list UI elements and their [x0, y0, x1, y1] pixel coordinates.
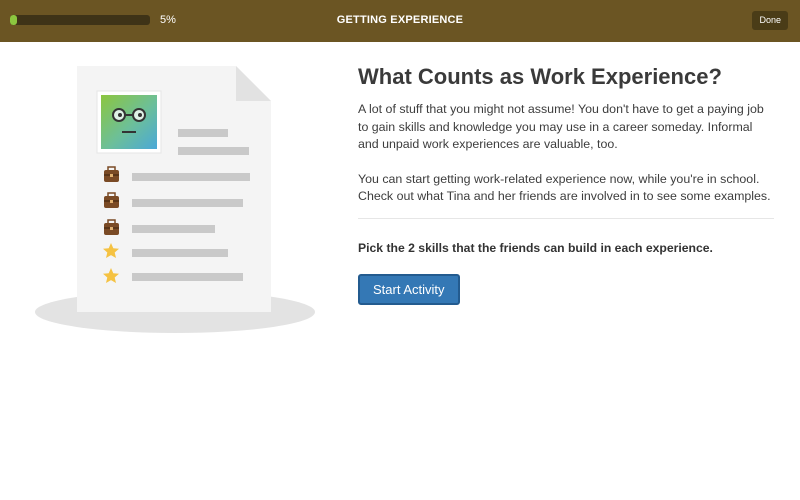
examples-paragraph: You can start getting work-related exper… — [358, 171, 771, 204]
resume-illustration — [30, 60, 320, 340]
list-line — [132, 249, 228, 257]
lesson-content: What Counts as Work Experience? A lot of… — [358, 62, 774, 305]
start-activity-button[interactable]: Start Activity — [358, 273, 460, 305]
done-button[interactable]: Done — [752, 11, 788, 30]
list-line — [132, 273, 243, 281]
list-line — [132, 173, 250, 181]
paper-fold — [236, 66, 271, 101]
title-line — [178, 147, 249, 155]
list-line — [132, 199, 243, 207]
intro-paragraph: A lot of stuff that you might not assume… — [358, 102, 764, 151]
avatar — [96, 90, 162, 154]
activity-instruction: Pick the 2 skills that the friends can b… — [358, 240, 713, 255]
page-title: What Counts as Work Experience? — [358, 64, 722, 89]
name-line — [178, 129, 228, 137]
lesson-title: GETTING EXPERIENCE — [336, 14, 464, 26]
list-line — [132, 225, 215, 233]
top-bar: 5% GETTING EXPERIENCE Done — [0, 0, 800, 42]
resume-illustration-svg — [35, 66, 315, 333]
divider — [358, 217, 774, 219]
